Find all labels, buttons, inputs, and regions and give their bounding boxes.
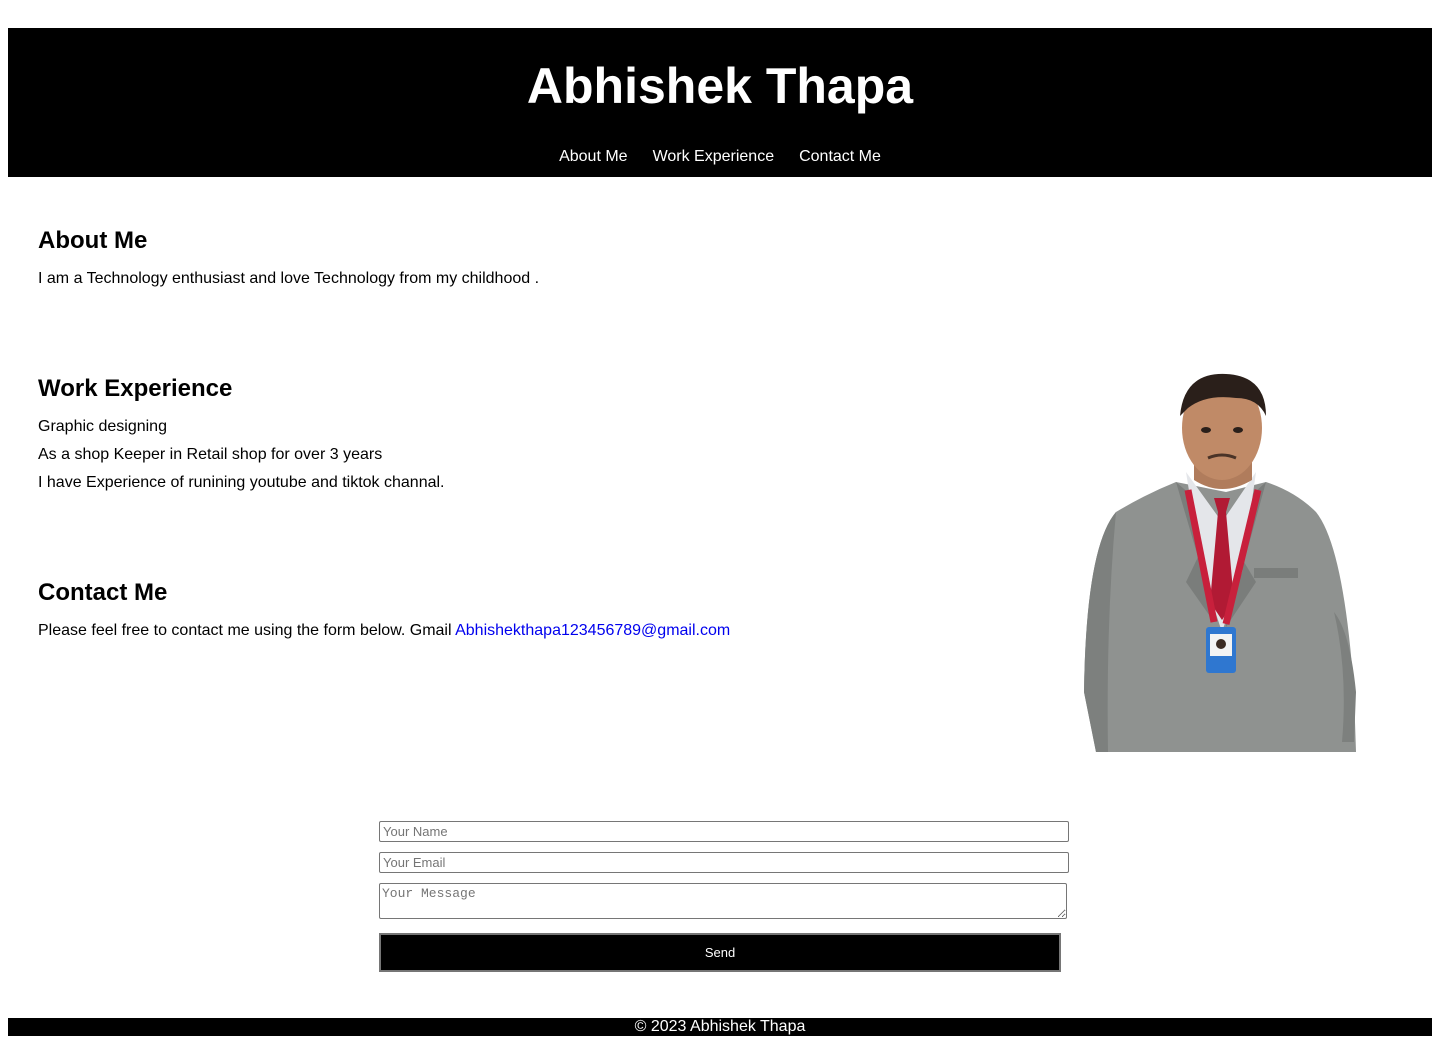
contact-text: Please feel free to contact me using the… bbox=[38, 617, 730, 645]
message-textarea[interactable] bbox=[379, 883, 1067, 919]
work-item: As a shop Keeper in Retail shop for over… bbox=[38, 446, 383, 463]
work-item: I have Experience of runining youtube an… bbox=[38, 474, 445, 491]
send-button[interactable]: Send bbox=[379, 933, 1061, 972]
contact-section: Contact Me Please feel free to contact m… bbox=[38, 579, 730, 645]
main-nav: About Me Work Experience Contact Me bbox=[8, 147, 1432, 167]
profile-photo bbox=[1084, 373, 1356, 752]
email-link[interactable]: Abhishekthapa123456789@gmail.com bbox=[455, 622, 730, 639]
email-input[interactable] bbox=[379, 852, 1069, 873]
site-header: Abhishek Thapa About Me Work Experience … bbox=[8, 28, 1432, 177]
copyright-text: © 2023 Abhishek Thapa bbox=[634, 1018, 806, 1035]
about-section: About Me I am a Technology enthusiast an… bbox=[38, 227, 539, 293]
nav-link-work-experience[interactable]: Work Experience bbox=[653, 147, 775, 167]
contact-heading: Contact Me bbox=[38, 579, 168, 606]
contact-intro: Please feel free to contact me using the… bbox=[38, 622, 452, 639]
site-footer: © 2023 Abhishek Thapa bbox=[8, 1018, 1432, 1036]
site-title: Abhishek Thapa bbox=[526, 58, 914, 114]
about-heading: About Me bbox=[38, 227, 148, 254]
nav-link-about[interactable]: About Me bbox=[559, 147, 627, 167]
work-item: Graphic designing bbox=[38, 418, 167, 435]
work-experience-heading: Work Experience bbox=[38, 375, 233, 402]
name-input[interactable] bbox=[379, 821, 1069, 842]
contact-form: Send bbox=[379, 821, 1069, 972]
work-experience-section: Work Experience Graphic designing As a s… bbox=[38, 375, 445, 497]
nav-link-contact[interactable]: Contact Me bbox=[799, 147, 881, 167]
about-text: I am a Technology enthusiast and love Te… bbox=[38, 270, 540, 287]
